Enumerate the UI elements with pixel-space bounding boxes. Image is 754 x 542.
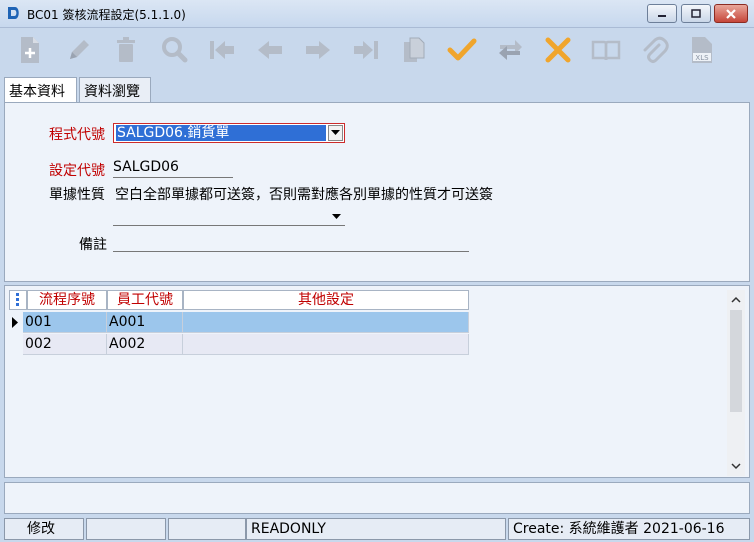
doc-nature-label: 單據性質 — [49, 187, 105, 203]
first-record-icon — [210, 41, 234, 59]
table-row-1-other[interactable] — [183, 312, 469, 333]
message-bar — [4, 482, 750, 514]
delete-button[interactable] — [108, 32, 144, 68]
doc-nature-hint: 空白全部單據都可送簽，否則需對應各別單據的性質才可送簽 — [115, 187, 493, 203]
edit-button[interactable] — [60, 32, 96, 68]
tab-basic-info[interactable]: 基本資料 — [4, 77, 77, 103]
copy-button[interactable] — [396, 32, 432, 68]
setting-code-value: SALGD06 — [113, 159, 179, 175]
minimize-icon — [658, 14, 666, 17]
column-chooser-icon — [16, 293, 19, 306]
toolbar: XLS — [4, 28, 750, 72]
close-icon — [726, 8, 736, 19]
column-header-other[interactable]: 其他設定 — [183, 290, 469, 310]
next-record-icon — [306, 41, 330, 59]
delete-icon — [117, 37, 135, 62]
column-header-seq[interactable]: 流程序號 — [27, 290, 107, 310]
status-readonly: READONLY — [246, 518, 506, 540]
refresh-button[interactable] — [492, 32, 528, 68]
first-record-button[interactable] — [204, 32, 240, 68]
form-panel: 程式代號 SALGD06.銷貨單 設定代號 SALGD06 單據性質 空白全部單… — [4, 102, 750, 282]
cancel-icon — [545, 37, 571, 63]
window-title: BC01 簽核流程設定(5.1.1.0) — [27, 8, 186, 22]
tab-data-browse[interactable]: 資料瀏覽 — [79, 77, 151, 102]
edit-icon — [70, 40, 89, 59]
column-header-employee[interactable]: 員工代號 — [107, 290, 183, 310]
setting-code-label: 設定代號 — [49, 163, 105, 179]
title-bar: BC01 簽核流程設定(5.1.1.0) — [0, 0, 754, 28]
attachment-button[interactable] — [636, 32, 672, 68]
svg-text:XLS: XLS — [695, 54, 709, 62]
maximize-icon — [691, 8, 701, 18]
doc-nature-combobox[interactable] — [113, 207, 345, 226]
new-button[interactable] — [12, 32, 48, 68]
confirm-icon — [447, 38, 477, 61]
grid-row-header-corner[interactable] — [9, 290, 27, 310]
scroll-thumb[interactable] — [730, 310, 742, 412]
new-icon — [21, 37, 39, 63]
status-cell-3 — [168, 518, 246, 540]
last-record-button[interactable] — [348, 32, 384, 68]
last-record-icon — [354, 41, 378, 59]
scroll-down-icon[interactable] — [727, 458, 745, 474]
search-button[interactable] — [156, 32, 192, 68]
app-logo-icon — [8, 7, 19, 19]
tab-basic-info-label: 基本資料 — [9, 84, 65, 100]
next-record-button[interactable] — [300, 32, 336, 68]
chevron-down-icon — [331, 130, 340, 135]
close-button[interactable] — [714, 4, 748, 23]
previous-record-icon — [258, 41, 282, 59]
previous-record-button[interactable] — [252, 32, 288, 68]
refresh-icon — [499, 40, 522, 60]
program-code-combobox[interactable]: SALGD06.銷貨單 — [113, 123, 345, 143]
program-code-dropdown-button[interactable] — [328, 125, 343, 141]
book-icon — [591, 40, 621, 61]
scroll-up-icon[interactable] — [727, 292, 745, 308]
remark-field[interactable] — [113, 233, 469, 252]
confirm-button[interactable] — [444, 32, 480, 68]
export-xls-icon: XLS — [692, 37, 712, 63]
table-row-1-seq[interactable]: 001 — [23, 312, 107, 333]
copy-icon — [404, 37, 425, 62]
current-row-arrow-icon — [12, 317, 18, 328]
program-code-label: 程式代號 — [49, 127, 105, 143]
chevron-down-icon — [332, 214, 341, 219]
approval-grid: 流程序號 員工代號 其他設定 001 A001 002 A002 — [4, 285, 750, 478]
status-mode: 修改 — [4, 518, 84, 540]
setting-code-field[interactable]: SALGD06 — [113, 159, 233, 178]
attachment-icon — [643, 36, 669, 63]
cancel-button[interactable] — [540, 32, 576, 68]
status-create-info: Create: 系統維護者 2021-06-16 — [508, 518, 750, 540]
grid-vertical-scrollbar[interactable] — [727, 290, 745, 476]
table-row-2-employee[interactable]: A002 — [107, 334, 183, 355]
remark-label: 備註 — [79, 237, 107, 253]
tab-data-browse-label: 資料瀏覽 — [84, 84, 140, 100]
maximize-button[interactable] — [681, 4, 711, 23]
search-icon — [162, 37, 188, 63]
table-row-2-seq[interactable]: 002 — [23, 334, 107, 355]
export-xls-button[interactable]: XLS — [684, 32, 720, 68]
table-row-1-employee[interactable]: A001 — [107, 312, 183, 333]
minimize-button[interactable] — [647, 4, 677, 23]
book-button[interactable] — [588, 32, 624, 68]
status-bar: 修改 READONLY Create: 系統維護者 2021-06-16 — [4, 518, 750, 540]
status-cell-2 — [86, 518, 166, 540]
program-code-value: SALGD06.銷貨單 — [116, 125, 326, 141]
table-row-2-other[interactable] — [183, 334, 469, 355]
